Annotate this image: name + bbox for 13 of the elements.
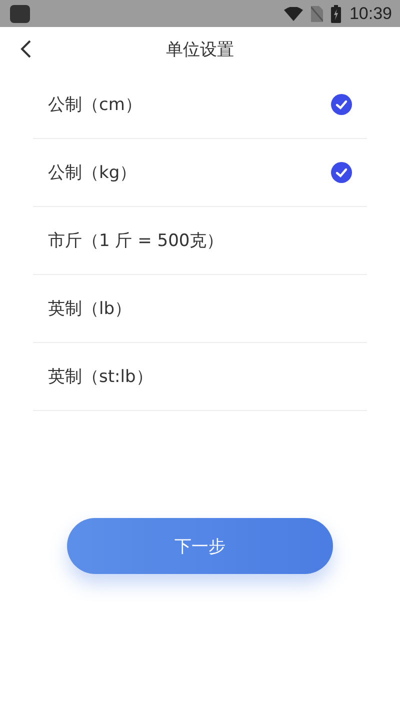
- unit-option[interactable]: 英制（lb）: [33, 275, 367, 343]
- back-icon[interactable]: [20, 40, 32, 58]
- unit-option[interactable]: 公制（kg）: [33, 139, 367, 207]
- wifi-icon: [284, 6, 304, 20]
- clock: 10:39: [349, 4, 392, 24]
- unit-option[interactable]: 市斤（1 斤 = 500克）: [33, 207, 367, 275]
- no-sim-icon: [311, 6, 324, 22]
- next-button[interactable]: 下一步: [67, 518, 333, 574]
- unit-option[interactable]: 英制（st:lb）: [33, 343, 367, 411]
- page-title: 单位设置: [166, 38, 234, 60]
- battery-icon: [331, 4, 342, 22]
- unit-option[interactable]: 公制（cm）: [33, 71, 367, 139]
- app-icon: [10, 4, 30, 22]
